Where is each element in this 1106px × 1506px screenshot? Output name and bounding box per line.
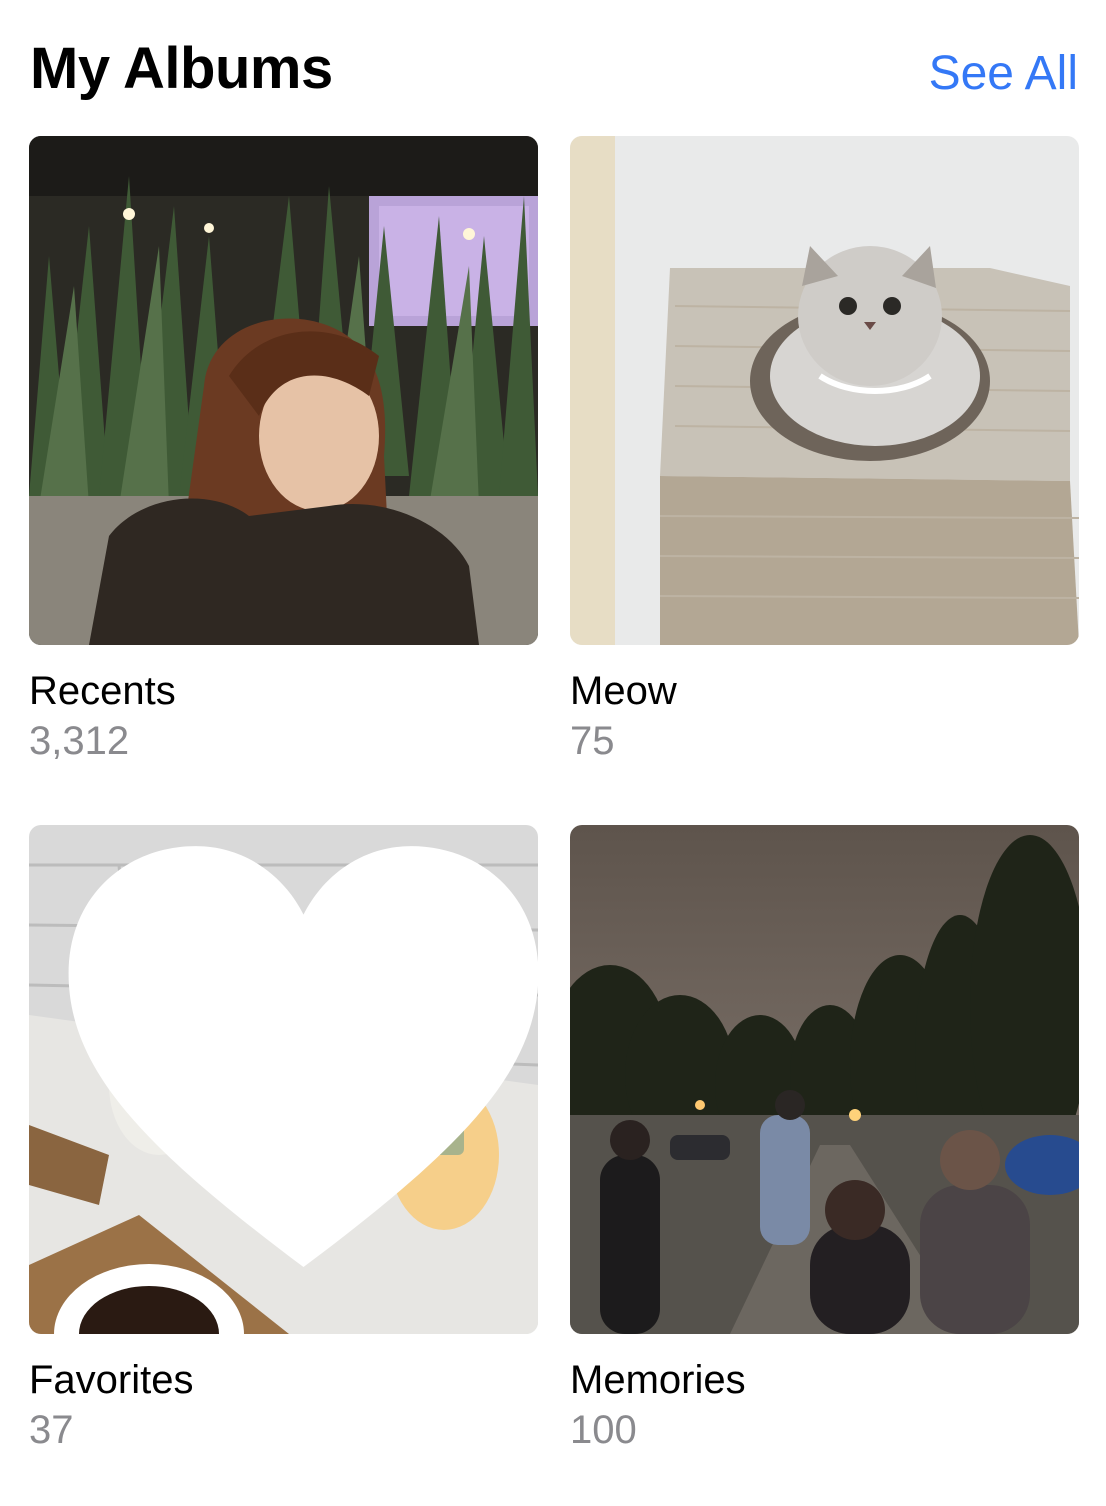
album-name: Favorites	[29, 1358, 194, 1402]
see-all-button[interactable]: See All	[929, 44, 1078, 104]
heart-icon	[68, 846, 538, 1268]
album-name: Memories	[570, 1358, 746, 1402]
night-street-photo	[570, 825, 1079, 1334]
album-thumbnail[interactable]	[570, 136, 1079, 645]
album-favorites[interactable]: Favorites 37	[29, 825, 538, 1452]
cat-in-box-photo	[570, 136, 1079, 645]
album-thumbnail[interactable]	[29, 136, 538, 645]
album-count: 75	[570, 719, 615, 763]
page-title: My Albums	[30, 36, 333, 101]
album-meow[interactable]: Meow 75	[570, 136, 1079, 763]
album-name: Recents	[29, 669, 176, 713]
album-count: 3,312	[29, 719, 130, 763]
album-memories[interactable]: Memories 100	[570, 825, 1079, 1452]
album-recents[interactable]: Recents 3,312	[29, 136, 538, 763]
album-count: 100	[570, 1408, 637, 1452]
album-thumbnail[interactable]	[29, 825, 538, 1334]
albums-header: My Albums See All	[30, 30, 1078, 110]
woman-near-plants-photo	[29, 136, 538, 645]
album-name: Meow	[570, 669, 677, 713]
album-thumbnail[interactable]	[570, 825, 1079, 1334]
album-count: 37	[29, 1408, 74, 1452]
